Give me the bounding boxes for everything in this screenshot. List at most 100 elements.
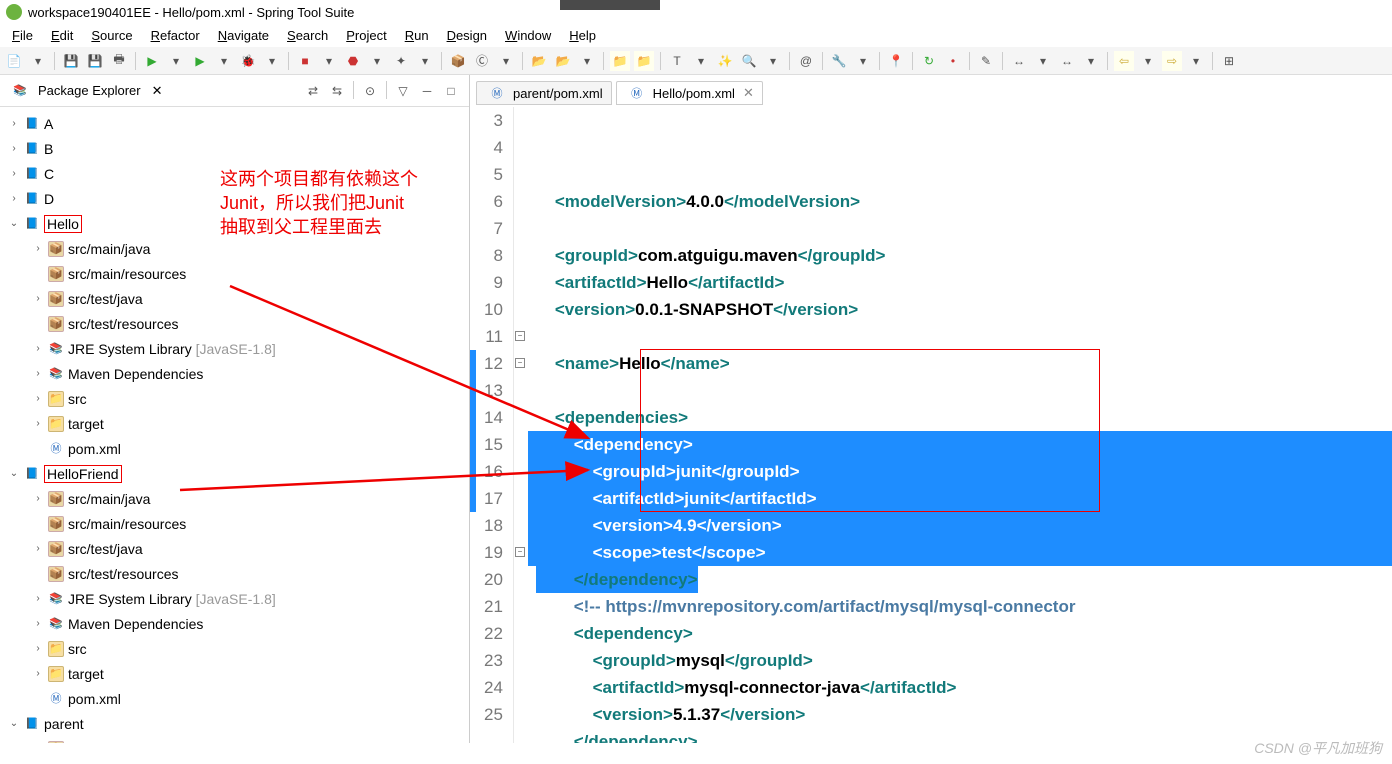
expand-icon[interactable]: › [32, 337, 44, 361]
code-content[interactable]: <modelVersion>4.0.0</modelVersion> <grou… [528, 107, 1392, 743]
expand-icon[interactable]: ⌄ [32, 737, 44, 744]
forward-icon[interactable]: ⇨ [1162, 51, 1182, 71]
expand-icon[interactable]: › [32, 362, 44, 386]
debug-icon[interactable]: 🐞 [238, 51, 258, 71]
tool-icon[interactable]: 🔧 [829, 51, 849, 71]
editor-tab[interactable]: Ⓜparent/pom.xml [476, 81, 612, 105]
tree-item[interactable]: 📦src/main/resources [0, 261, 469, 286]
code-line[interactable]: <groupId>mysql</groupId> [528, 647, 1392, 674]
code-line[interactable]: <dependencies> [528, 404, 1392, 431]
expand-icon[interactable]: › [32, 637, 44, 661]
nav-icon[interactable]: ↔ [1057, 51, 1077, 71]
minimize-icon[interactable]: ─ [417, 81, 437, 101]
dropdown-icon[interactable]: ▾ [367, 51, 387, 71]
dropdown-icon[interactable]: ▾ [415, 51, 435, 71]
dropdown-icon[interactable]: ▾ [319, 51, 339, 71]
dropdown-icon[interactable]: ▾ [214, 51, 234, 71]
dropdown-icon[interactable]: ▾ [577, 51, 597, 71]
menu-search[interactable]: Search [279, 26, 336, 45]
code-line[interactable]: <artifactId>Hello</artifactId> [528, 269, 1392, 296]
menu-window[interactable]: Window [497, 26, 559, 45]
tree-item[interactable]: ›📁target [0, 411, 469, 436]
menu-edit[interactable]: Edit [43, 26, 81, 45]
tree-item[interactable]: 📦src/main/resources [0, 511, 469, 536]
save-all-icon[interactable]: 💾 [85, 51, 105, 71]
tree-item[interactable]: Ⓜpom.xml [0, 436, 469, 461]
tree-item[interactable]: ›📁src [0, 386, 469, 411]
tree-item[interactable]: 📦src/test/resources [0, 561, 469, 586]
code-line[interactable]: <groupId>junit</groupId> [528, 458, 1392, 485]
code-line[interactable]: <name>Hello</name> [528, 350, 1392, 377]
project-tree[interactable]: 这两个项目都有依赖这个 Junit，所以我们把Junit 抽取到父工程里面去 ›… [0, 107, 469, 743]
code-line[interactable]: <scope>test</scope> [528, 539, 1392, 566]
expand-icon[interactable]: ⌄ [8, 712, 20, 736]
package-icon[interactable]: 📦 [448, 51, 468, 71]
dropdown-icon[interactable]: ▾ [691, 51, 711, 71]
menu-file[interactable]: File [4, 26, 41, 45]
code-line[interactable]: <dependency> [528, 620, 1392, 647]
wizard-icon[interactable]: ✨ [715, 51, 735, 71]
tree-item[interactable]: ›📦src/main/java [0, 236, 469, 261]
annotation-icon[interactable]: @ [796, 51, 816, 71]
dropdown-icon[interactable]: ▾ [1186, 51, 1206, 71]
dropdown-icon[interactable]: ▾ [262, 51, 282, 71]
fold-icon[interactable]: − [515, 547, 525, 557]
code-line[interactable]: <groupId>com.atguigu.maven</groupId> [528, 242, 1392, 269]
tree-item[interactable]: Ⓜpom.xml [0, 686, 469, 711]
expand-icon[interactable]: › [8, 137, 20, 161]
dropdown-icon[interactable]: ▾ [496, 51, 516, 71]
code-line[interactable] [528, 215, 1392, 242]
open-task-icon[interactable]: 📂 [553, 51, 573, 71]
dropdown-icon[interactable]: ▾ [1081, 51, 1101, 71]
expand-icon[interactable]: › [8, 187, 20, 211]
expand-icon[interactable]: › [32, 287, 44, 311]
expand-icon[interactable]: › [32, 537, 44, 561]
menu-source[interactable]: Source [83, 26, 140, 45]
expand-icon[interactable]: ⌄ [8, 462, 20, 486]
print-icon[interactable]: 🖶 [109, 51, 129, 71]
code-line[interactable] [528, 323, 1392, 350]
expand-icon[interactable]: › [32, 662, 44, 686]
perspective-icon[interactable]: ⊞ [1219, 51, 1239, 71]
tree-item[interactable]: ›📚JRE System Library [JavaSE-1.8] [0, 586, 469, 611]
run-config-icon[interactable]: ▶ [190, 51, 210, 71]
expand-icon[interactable]: › [8, 112, 20, 136]
save-icon[interactable]: 💾 [61, 51, 81, 71]
menu-navigate[interactable]: Navigate [210, 26, 277, 45]
menu-design[interactable]: Design [439, 26, 495, 45]
dropdown-icon[interactable]: ▾ [1033, 51, 1053, 71]
open-type-icon[interactable]: 📂 [529, 51, 549, 71]
expand-icon[interactable]: › [32, 612, 44, 636]
view-menu-icon[interactable]: ▽ [393, 81, 413, 101]
tree-item[interactable]: ⌄📘HelloFriend [0, 461, 469, 486]
terminate-icon[interactable]: ⬣ [343, 51, 363, 71]
expand-icon[interactable]: › [32, 387, 44, 411]
tree-item[interactable]: 📦src/test/resources [0, 311, 469, 336]
menu-run[interactable]: Run [397, 26, 437, 45]
fold-icon[interactable]: − [515, 358, 525, 368]
code-line[interactable]: <!-- https://mvnrepository.com/artifact/… [528, 593, 1392, 620]
tree-item[interactable]: ⌄📘parent [0, 711, 469, 736]
dropdown-icon[interactable]: ▾ [166, 51, 186, 71]
class-icon[interactable]: Ⓒ [472, 51, 492, 71]
tree-item[interactable]: ›📁src [0, 636, 469, 661]
search-icon[interactable]: 🔍 [739, 51, 759, 71]
menu-project[interactable]: Project [338, 26, 394, 45]
run-icon[interactable]: ▶ [142, 51, 162, 71]
code-line[interactable]: <version>4.9</version> [528, 512, 1392, 539]
code-line[interactable]: <artifactId>junit</artifactId> [528, 485, 1392, 512]
refresh-icon[interactable]: ↻ [919, 51, 939, 71]
dropdown-icon[interactable]: ▾ [853, 51, 873, 71]
code-line[interactable]: <version>0.0.1-SNAPSHOT</version> [528, 296, 1392, 323]
stop-icon[interactable]: ■ [295, 51, 315, 71]
close-icon[interactable]: ✕ [743, 85, 754, 101]
code-line[interactable]: <modelVersion>4.0.0</modelVersion> [528, 188, 1392, 215]
expand-icon[interactable]: › [32, 412, 44, 436]
dropdown-icon[interactable]: ▾ [1138, 51, 1158, 71]
tree-item[interactable]: ›📚Maven Dependencies [0, 361, 469, 386]
text-icon[interactable]: T [667, 51, 687, 71]
dropdown-icon[interactable]: ▾ [28, 51, 48, 71]
code-line[interactable]: <artifactId>mysql-connector-java</artifa… [528, 674, 1392, 701]
editor-tab[interactable]: ⓂHello/pom.xml✕ [616, 81, 763, 105]
code-line[interactable]: </dependency> [528, 566, 1392, 593]
